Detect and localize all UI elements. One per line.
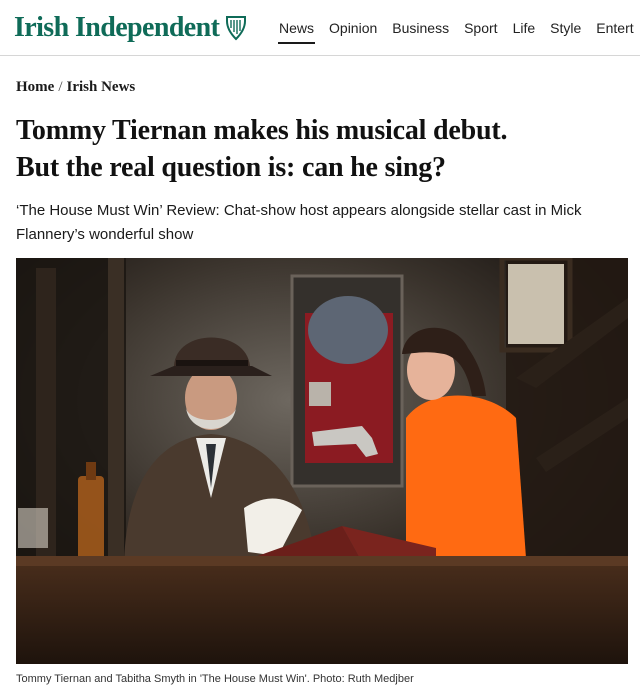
headline-line-2: But the real question is: can he sing?	[16, 152, 446, 183]
nav-divider	[0, 55, 640, 56]
nav-item-sport[interactable]: Sport	[464, 20, 497, 36]
breadcrumb-separator: /	[58, 79, 63, 95]
nav-item-opinion[interactable]: Opinion	[329, 20, 377, 36]
stage-scene	[16, 258, 628, 664]
nav-item-life[interactable]: Life	[513, 20, 536, 36]
nav-item-news[interactable]: News	[277, 20, 316, 44]
breadcrumb-section[interactable]: Irish News	[67, 79, 136, 95]
nav-item-entertainment[interactable]: Entert	[596, 20, 633, 36]
article-standfirst: ‘The House Must Win’ Review: Chat-show h…	[16, 202, 582, 243]
article-photo[interactable]	[16, 258, 628, 664]
site-logo[interactable]: Irish Independent	[14, 12, 247, 44]
logo-wordmark: Irish Independent	[14, 12, 220, 43]
nav-item-style[interactable]: Style	[550, 20, 581, 36]
nav-item-business[interactable]: Business	[392, 20, 449, 36]
article-headline: Tommy Tiernan makes his musical debut. B…	[16, 112, 626, 186]
main-nav: News Opinion Business Sport Life Style E…	[277, 20, 640, 44]
photo-caption: Tommy Tiernan and Tabitha Smyth in 'The …	[16, 673, 414, 685]
breadcrumb-home[interactable]: Home	[16, 79, 54, 95]
harp-icon	[226, 16, 247, 41]
masthead: Irish Independent News Opinion Business …	[0, 0, 640, 56]
headline-line-1: Tommy Tiernan makes his musical debut.	[16, 115, 508, 146]
breadcrumb: Home / Irish News	[16, 79, 135, 96]
